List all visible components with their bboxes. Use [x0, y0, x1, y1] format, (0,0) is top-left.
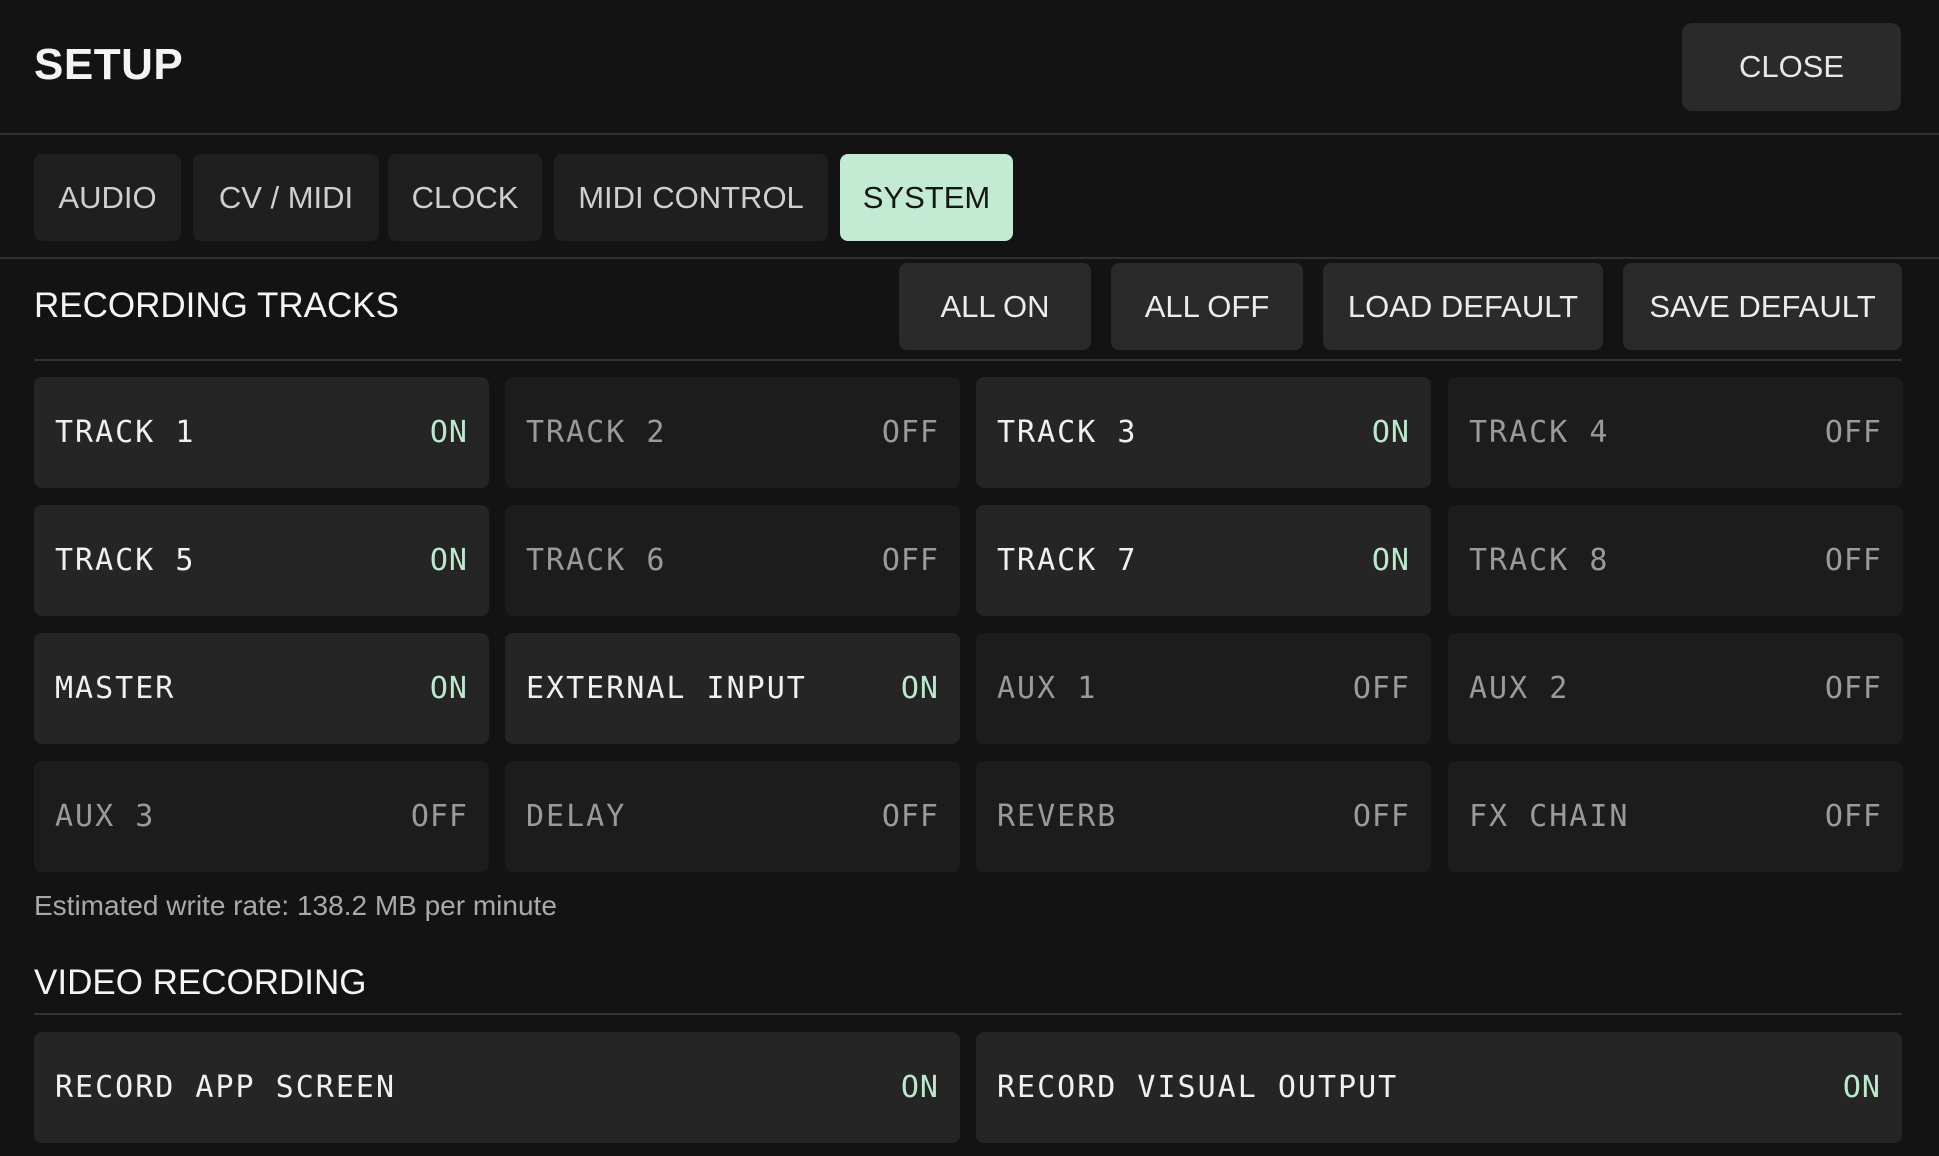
track-state: OFF — [881, 415, 939, 450]
track-label: TRACK 1 — [55, 415, 196, 450]
track-toggle[interactable]: AUX 3 OFF — [34, 761, 489, 872]
video-toggle[interactable]: RECORD APP SCREEN ON — [34, 1032, 960, 1143]
tab-audio[interactable]: AUDIO — [34, 154, 181, 241]
track-toggle[interactable]: TRACK 2 OFF — [505, 377, 960, 488]
video-state: ON — [1842, 1070, 1881, 1105]
track-state: OFF — [1824, 671, 1882, 706]
track-state: ON — [429, 415, 468, 450]
track-toggle[interactable]: TRACK 6 OFF — [505, 505, 960, 616]
track-state: ON — [900, 671, 939, 706]
load-default-button[interactable]: LOAD DEFAULT — [1323, 263, 1603, 350]
track-label: REVERB — [997, 799, 1118, 834]
track-toggle[interactable]: REVERB OFF — [976, 761, 1431, 872]
track-label: TRACK 5 — [55, 543, 196, 578]
video-label: RECORD VISUAL OUTPUT — [997, 1070, 1399, 1105]
track-label: TRACK 8 — [1469, 543, 1610, 578]
recording-tracks-heading: RECORDING TRACKS — [34, 286, 399, 325]
track-state: OFF — [881, 799, 939, 834]
track-toggle[interactable]: EXTERNAL INPUT ON — [505, 633, 960, 744]
track-toggle[interactable]: FX CHAIN OFF — [1448, 761, 1903, 872]
track-state: OFF — [1824, 799, 1882, 834]
section-divider — [34, 1013, 1902, 1015]
tab-clock[interactable]: CLOCK — [388, 154, 542, 241]
page-title: SETUP — [34, 40, 184, 89]
close-button[interactable]: CLOSE — [1682, 23, 1901, 111]
track-toggle[interactable]: MASTER ON — [34, 633, 489, 744]
track-state: OFF — [1352, 671, 1410, 706]
track-label: EXTERNAL INPUT — [526, 671, 807, 706]
video-label: RECORD APP SCREEN — [55, 1070, 397, 1105]
tab-system[interactable]: SYSTEM — [840, 154, 1013, 241]
track-label: TRACK 2 — [526, 415, 667, 450]
track-state: ON — [1371, 415, 1410, 450]
track-label: MASTER — [55, 671, 176, 706]
track-state: OFF — [1824, 415, 1882, 450]
track-state: ON — [429, 543, 468, 578]
track-toggle[interactable]: DELAY OFF — [505, 761, 960, 872]
track-toggle[interactable]: TRACK 8 OFF — [1448, 505, 1903, 616]
track-label: TRACK 3 — [997, 415, 1138, 450]
track-label: AUX 1 — [997, 671, 1098, 706]
tab-cv-midi[interactable]: CV / MIDI — [193, 154, 379, 241]
track-state: ON — [1371, 543, 1410, 578]
video-recording-heading: VIDEO RECORDING — [34, 963, 367, 1002]
track-state: OFF — [1352, 799, 1410, 834]
track-toggle[interactable]: AUX 2 OFF — [1448, 633, 1903, 744]
track-label: DELAY — [526, 799, 627, 834]
track-label: AUX 3 — [55, 799, 156, 834]
tab-midi-control[interactable]: MIDI CONTROL — [554, 154, 828, 241]
section-divider — [34, 359, 1902, 361]
save-default-button[interactable]: SAVE DEFAULT — [1623, 263, 1902, 350]
track-state: OFF — [881, 543, 939, 578]
track-state: ON — [429, 671, 468, 706]
track-toggle[interactable]: AUX 1 OFF — [976, 633, 1431, 744]
track-toggle[interactable]: TRACK 1 ON — [34, 377, 489, 488]
track-label: FX CHAIN — [1469, 799, 1630, 834]
track-label: TRACK 4 — [1469, 415, 1610, 450]
video-toggle[interactable]: RECORD VISUAL OUTPUT ON — [976, 1032, 1902, 1143]
tab-bar: AUDIO CV / MIDI CLOCK MIDI CONTROL SYSTE… — [0, 135, 1939, 259]
write-rate-text: Estimated write rate: 138.2 MB per minut… — [34, 890, 557, 921]
track-toggle[interactable]: TRACK 7 ON — [976, 505, 1431, 616]
track-label: AUX 2 — [1469, 671, 1570, 706]
all-on-button[interactable]: ALL ON — [899, 263, 1091, 350]
track-state: OFF — [1824, 543, 1882, 578]
track-toggle[interactable]: TRACK 3 ON — [976, 377, 1431, 488]
track-state: OFF — [410, 799, 468, 834]
track-label: TRACK 7 — [997, 543, 1138, 578]
track-toggle[interactable]: TRACK 4 OFF — [1448, 377, 1903, 488]
track-toggle[interactable]: TRACK 5 ON — [34, 505, 489, 616]
all-off-button[interactable]: ALL OFF — [1111, 263, 1303, 350]
video-state: ON — [900, 1070, 939, 1105]
track-label: TRACK 6 — [526, 543, 667, 578]
dialog-header: SETUP CLOSE — [0, 0, 1939, 135]
